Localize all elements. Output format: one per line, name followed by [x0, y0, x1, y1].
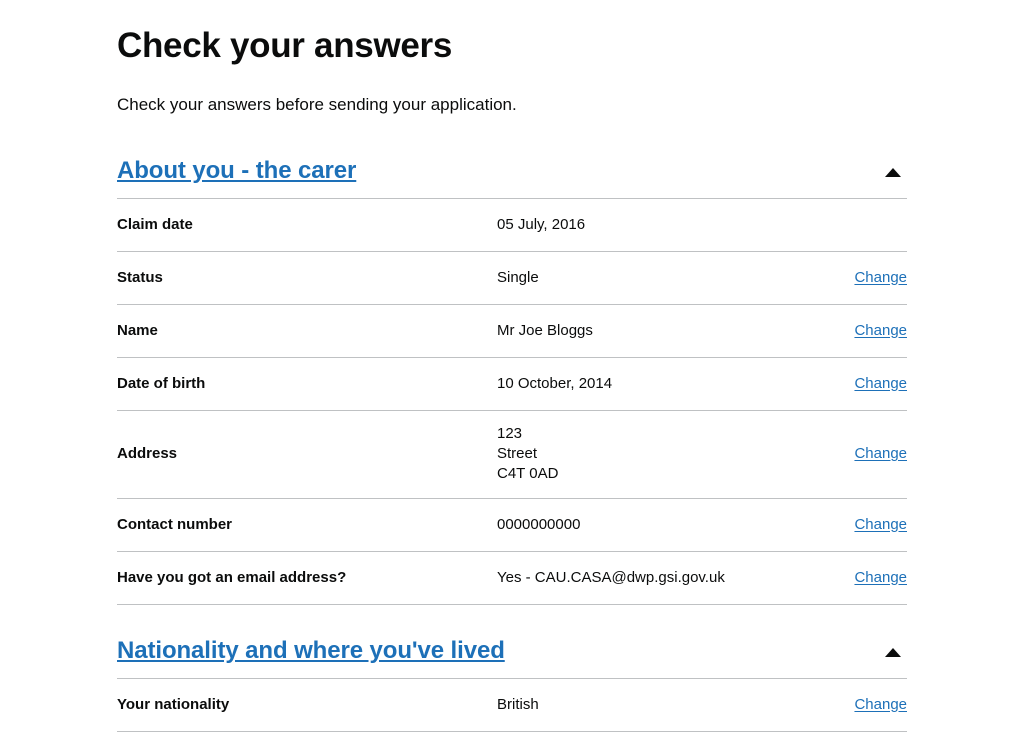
- summary-row: Address 123 Street C4T 0AD Change: [117, 411, 907, 499]
- row-value: 05 July, 2016: [497, 215, 586, 233]
- row-key: Date of birth: [117, 374, 206, 392]
- summary-row: Have you got an email address? Yes - CAU.…: [117, 552, 907, 605]
- row-value: Yes - CAU.CASA@dwp.gsi.gov.uk: [497, 568, 725, 586]
- summary-row: Status Single Change: [117, 252, 907, 305]
- row-key: Status: [117, 268, 163, 286]
- section-header[interactable]: About you - the carer: [117, 157, 907, 198]
- row-action-cell: Change: [807, 444, 907, 464]
- row-value: British: [497, 695, 539, 713]
- change-link[interactable]: Change: [854, 445, 907, 462]
- row-key: Have you got an email address?: [117, 568, 347, 586]
- row-key: Claim date: [117, 215, 193, 233]
- summary-row: Claim date 05 July, 2016: [117, 199, 907, 252]
- change-link[interactable]: Change: [854, 322, 907, 339]
- change-link[interactable]: Change: [854, 696, 907, 713]
- section-heading-link[interactable]: Nationality and where you've lived: [117, 637, 505, 665]
- row-key: Contact number: [117, 515, 233, 533]
- row-key: Address: [117, 445, 178, 462]
- page-title: Check your answers: [117, 26, 453, 65]
- summary-row: Name Mr Joe Bloggs Change: [117, 305, 907, 358]
- summary-row: Contact number 0000000000 Change: [117, 499, 907, 552]
- row-action-cell: Change: [807, 321, 907, 341]
- row-value: 123 Street C4T 0AD: [497, 425, 559, 482]
- row-action-cell: Change: [807, 695, 907, 715]
- row-value: Mr Joe Bloggs: [497, 321, 593, 339]
- row-value: Single: [497, 268, 539, 286]
- summary-row: Your nationality British Change: [117, 679, 907, 732]
- row-action-cell: Change: [807, 268, 907, 288]
- row-action-cell: Change: [807, 568, 907, 588]
- summary-section: About you - the carer Claim date 05 July, …: [117, 157, 907, 605]
- triangle-up-icon[interactable]: [885, 168, 901, 177]
- row-value: 0000000000: [497, 515, 581, 533]
- summary-list: Your nationality British Change: [117, 678, 907, 732]
- row-key: Your nationality: [117, 695, 230, 713]
- change-link[interactable]: Change: [854, 569, 907, 586]
- change-link[interactable]: Change: [854, 375, 907, 392]
- summary-list: Claim date 05 July, 2016 Status Single Chang…: [117, 198, 907, 605]
- page-lede: Check your answers before sending your a…: [117, 95, 517, 114]
- row-action-cell: Change: [807, 515, 907, 535]
- section-heading-link[interactable]: About you - the carer: [117, 157, 356, 185]
- change-link[interactable]: Change: [854, 516, 907, 533]
- triangle-up-icon[interactable]: [885, 648, 901, 657]
- row-action-cell: Change: [807, 374, 907, 394]
- change-link[interactable]: Change: [854, 269, 907, 286]
- row-value: 10 October, 2014: [497, 374, 613, 392]
- row-key: Name: [117, 321, 158, 339]
- summary-row: Date of birth 10 October, 2014 Change: [117, 358, 907, 411]
- page-root: Check your answers Check your answers be…: [0, 0, 1024, 732]
- content-container: Check your answers Check your answers be…: [117, 0, 907, 732]
- summary-section: Nationality and where you've lived Your n…: [117, 637, 907, 732]
- sections-container: About you - the carer Claim date 05 July, …: [117, 157, 907, 732]
- section-header[interactable]: Nationality and where you've lived: [117, 637, 907, 678]
